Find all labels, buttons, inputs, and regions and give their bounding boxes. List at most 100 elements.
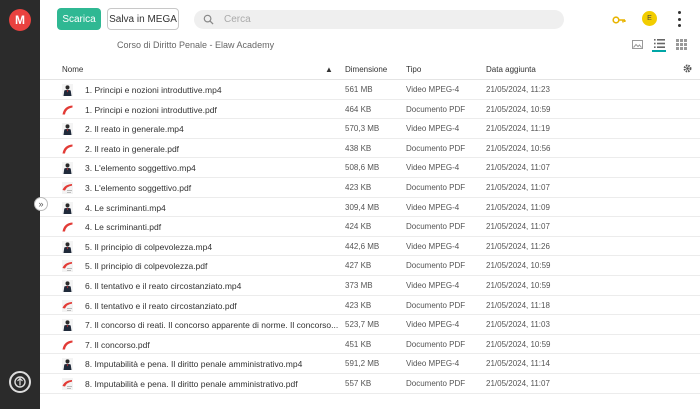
video-file-icon: [62, 279, 73, 292]
file-size: 570,3 MB: [345, 124, 380, 134]
file-name: 4. Le scriminanti.pdf: [85, 222, 162, 233]
file-type: Video MPEG-4: [406, 163, 460, 173]
file-row[interactable]: 5. Il principio di colpevolezza.mp4 442,6…: [40, 237, 700, 257]
pdf-file-icon: [62, 260, 73, 273]
topbar: Scarica Salva in MEGA Cerca E: [40, 0, 700, 40]
file-date: 21/05/2024, 11:19: [486, 124, 550, 134]
file-date: 21/05/2024, 11:18: [486, 300, 550, 310]
file-name: 4. Le scriminanti.mp4: [85, 202, 166, 213]
file-size: 523,7 MB: [345, 320, 380, 330]
file-size: 442,6 MB: [345, 241, 380, 251]
pdf-file-icon: [62, 299, 73, 312]
key-icon[interactable]: [612, 13, 626, 27]
file-type: Video MPEG-4: [406, 124, 460, 134]
file-date: 21/05/2024, 11:07: [486, 182, 550, 192]
file-type: Video MPEG-4: [406, 241, 460, 251]
file-row[interactable]: 4. Le scriminanti.mp4 309,4 MB Video MPEG-…: [40, 198, 700, 218]
file-type: Video MPEG-4: [406, 280, 460, 290]
file-row[interactable]: 6. Il tentativo e il reato circostanziat…: [40, 276, 700, 296]
file-type: Video MPEG-4: [406, 85, 460, 94]
file-name: 3. L'elemento soggettivo.mp4: [85, 163, 196, 174]
file-row[interactable]: 8. Imputabilità e pena. Il diritto penal…: [40, 374, 700, 394]
search-input[interactable]: Cerca: [194, 10, 564, 29]
file-row[interactable]: 3. L'elemento soggettivo.pdf 423 KB Docume…: [40, 178, 700, 198]
file-type: Video MPEG-4: [406, 202, 460, 212]
column-header-size[interactable]: Dimensione: [345, 65, 387, 74]
list-view-icon[interactable]: [652, 36, 666, 52]
pdf-file-icon: [62, 181, 73, 194]
file-name: 7. Il concorso.pdf: [85, 339, 150, 350]
column-header-name[interactable]: Nome: [62, 65, 83, 74]
file-date: 21/05/2024, 10:59: [486, 339, 551, 349]
video-file-icon: [62, 201, 73, 214]
file-size: 373 MB: [345, 280, 373, 290]
file-name: 6. Il tentativo e il reato circostanziat…: [85, 280, 242, 291]
thumbnail-view-icon[interactable]: [630, 36, 644, 52]
file-date: 21/05/2024, 11:23: [486, 85, 550, 94]
file-row[interactable]: 3. L'elemento soggettivo.mp4 508,6 MB Vide…: [40, 158, 700, 178]
file-row[interactable]: 8. Imputabilità e pena. Il diritto penal…: [40, 354, 700, 374]
more-menu-icon[interactable]: [676, 11, 682, 27]
file-row[interactable]: 6. Il tentativo e il reato circostanziat…: [40, 296, 700, 316]
file-name: 2. Il reato in generale.mp4: [85, 124, 184, 135]
gear-icon[interactable]: [682, 63, 693, 74]
file-list-header: Nome ▲ Dimensione Tipo Data aggiunta: [40, 58, 700, 80]
file-name: 1. Principi e nozioni introduttive.pdf: [85, 104, 217, 115]
file-date: 21/05/2024, 11:07: [486, 163, 550, 173]
file-row[interactable]: 2. Il reato in generale.mp4 570,3 MB Video…: [40, 119, 700, 139]
file-name: 7. Il concorso di reati. Il concorso app…: [85, 320, 339, 331]
file-type: Documento PDF: [406, 104, 466, 114]
file-row[interactable]: 1. Principi e nozioni introduttive.mp4 56…: [40, 80, 700, 100]
video-file-icon: [62, 240, 73, 253]
file-type: Video MPEG-4: [406, 320, 460, 330]
save-to-mega-button[interactable]: Salva in MEGA: [107, 8, 179, 30]
breadcrumb: Corso di Diritto Penale - Elaw Academy: [117, 40, 275, 50]
file-size: 561 MB: [345, 85, 373, 94]
file-size: 423 KB: [345, 300, 372, 310]
file-list: 1. Principi e nozioni introduttive.mp4 56…: [40, 80, 700, 394]
file-name: 5. Il principio di colpevolezza.mp4: [85, 241, 213, 252]
file-size: 557 KB: [345, 378, 372, 388]
video-file-icon: [62, 358, 73, 371]
grid-view-icon[interactable]: [674, 36, 688, 52]
file-row[interactable]: 7. Il concorso di reati. Il concorso app…: [40, 315, 700, 335]
file-size: 464 KB: [345, 104, 372, 114]
column-header-date[interactable]: Data aggiunta: [486, 65, 536, 74]
avatar[interactable]: E: [642, 11, 657, 26]
mega-logo-icon[interactable]: M: [9, 9, 31, 31]
column-header-type[interactable]: Tipo: [406, 65, 421, 74]
sort-ascending-icon[interactable]: ▲: [325, 65, 333, 74]
pdf-file-icon: [62, 221, 73, 233]
file-date: 21/05/2024, 11:07: [486, 378, 550, 388]
file-type: Documento PDF: [406, 261, 466, 271]
file-type: Documento PDF: [406, 222, 466, 232]
file-name: 2. Il reato in generale.pdf: [85, 143, 180, 154]
file-size: 427 KB: [345, 261, 372, 271]
file-name: 8. Imputabilità e pena. Il diritto penal…: [85, 378, 298, 389]
file-type: Documento PDF: [406, 378, 466, 388]
file-name: 5. Il principio di colpevolezza.pdf: [85, 261, 208, 272]
file-name: 3. L'elemento soggettivo.pdf: [85, 182, 192, 193]
file-row[interactable]: 7. Il concorso.pdf 451 KB Documento PDF 21/…: [40, 335, 700, 355]
file-size: 423 KB: [345, 182, 372, 192]
file-type: Documento PDF: [406, 143, 466, 153]
file-row[interactable]: 5. Il principio di colpevolezza.pdf 427 K…: [40, 256, 700, 276]
file-row[interactable]: 1. Principi e nozioni introduttive.pdf 46…: [40, 100, 700, 120]
download-button[interactable]: Scarica: [57, 8, 101, 30]
file-date: 21/05/2024, 11:03: [486, 320, 550, 330]
file-date: 21/05/2024, 10:59: [486, 104, 551, 114]
video-file-icon: [62, 84, 73, 96]
file-type: Documento PDF: [406, 300, 466, 310]
file-type: Documento PDF: [406, 182, 466, 192]
file-row[interactable]: 2. Il reato in generale.pdf 438 KB Documen…: [40, 139, 700, 159]
search-placeholder: Cerca: [224, 14, 251, 25]
video-file-icon: [62, 162, 73, 175]
file-row[interactable]: 4. Le scriminanti.pdf 424 KB Documento PDF…: [40, 217, 700, 237]
file-size: 451 KB: [345, 339, 372, 349]
transfer-manager-icon[interactable]: [9, 371, 31, 393]
expand-sidebar-button[interactable]: »: [34, 197, 48, 211]
pdf-file-icon: [62, 339, 73, 351]
file-size: 508,6 MB: [345, 163, 380, 173]
pdf-file-icon: [62, 104, 73, 116]
file-date: 21/05/2024, 11:26: [486, 241, 550, 251]
